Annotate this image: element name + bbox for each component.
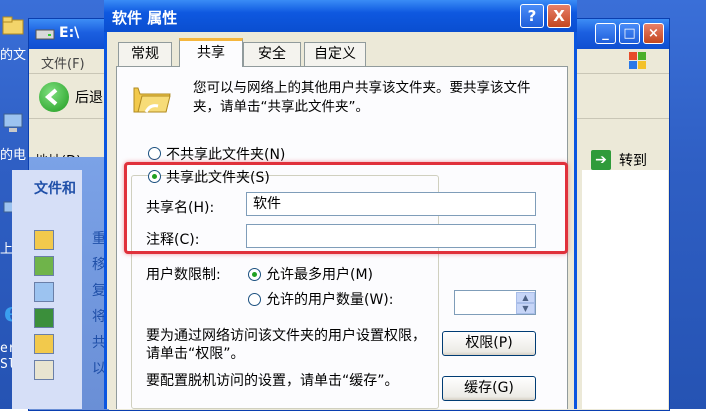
computer-icon[interactable] [2,112,24,134]
minimize-button[interactable]: _ [595,23,616,44]
task-item[interactable]: 重 [34,228,106,252]
task-item[interactable]: 将 [34,306,106,330]
drive-icon [35,29,55,40]
share-name-input[interactable]: 软件 [246,192,536,216]
tab-sharing[interactable]: 共享 [179,38,243,67]
go-arrow-icon: ➔ [591,150,611,170]
folder-icon[interactable] [2,14,24,36]
publish-web-icon [34,308,54,328]
desktop-label: 的文 [0,48,27,63]
tab-security[interactable]: 安全 [243,42,301,66]
cache-button[interactable]: 缓存(G) [442,376,536,401]
radio-allowed-users[interactable] [248,293,261,306]
dialog-titlebar[interactable]: 软件 属性 ? X [104,0,577,32]
maximize-button[interactable]: □ [619,23,640,44]
no-share-label[interactable]: 不共享此文件夹(N) [166,144,285,164]
email-icon [34,360,54,380]
explorer-close-button[interactable]: × [643,23,664,44]
comment-input[interactable] [246,224,536,248]
task-item[interactable]: 移 [34,254,106,278]
new-folder-icon [34,230,54,250]
tab-general[interactable]: 常规 [118,42,172,66]
task-item[interactable]: 以 [34,358,106,382]
explorer-title: E:\ [59,25,80,41]
cache-text: 要配置脱机访问的设置，请单击“缓存”。 [146,373,399,389]
radio-no-share[interactable] [148,147,161,160]
share-name-label: 共享名(H): [146,200,215,216]
spin-down-arrow-icon[interactable]: ▼ [516,303,535,314]
menu-file[interactable]: 文件(F) [41,53,85,72]
permissions-text: 要为通过网络访问该文件夹的用户设置权限，请单击“权限”。 [146,328,426,362]
radio-max-users[interactable] [248,268,261,281]
user-limit-label: 用户数限制: [146,267,221,283]
dialog-title: 软件 属性 [112,9,178,27]
tasks-heading[interactable]: 文件和 [34,178,76,198]
windows-logo-icon [629,52,646,69]
desktop-label: 的电 [0,148,27,163]
radio-share[interactable] [148,170,161,183]
copy-icon [34,282,54,302]
sharing-intro-text: 您可以与网络上的其他用户共享该文件夹。要共享该文件夹，请单击“共享此文件夹”。 [193,80,531,115]
permissions-button[interactable]: 权限(P) [442,331,536,356]
go-label: 转到 [619,153,647,169]
task-item[interactable]: 复 [34,280,106,304]
share-icon [34,334,54,354]
help-button[interactable]: ? [520,4,544,28]
share-label[interactable]: 共享此文件夹(S) [166,167,270,187]
task-item[interactable]: 共 [34,332,106,356]
max-users-label[interactable]: 允许最多用户(M) [266,264,373,284]
allowed-users-label[interactable]: 允许的用户数量(W): [266,289,393,309]
comment-label: 注释(C): [146,232,200,248]
back-arrow-icon[interactable] [39,82,69,112]
back-button-label[interactable]: 后退 [75,87,103,107]
shared-folder-icon [133,87,171,113]
explorer-content-pane[interactable] [582,170,668,409]
tab-customize[interactable]: 自定义 [304,42,366,66]
move-icon [34,256,54,276]
dialog-close-button[interactable]: X [547,4,571,28]
spin-up-arrow-icon[interactable]: ▲ [516,292,535,303]
